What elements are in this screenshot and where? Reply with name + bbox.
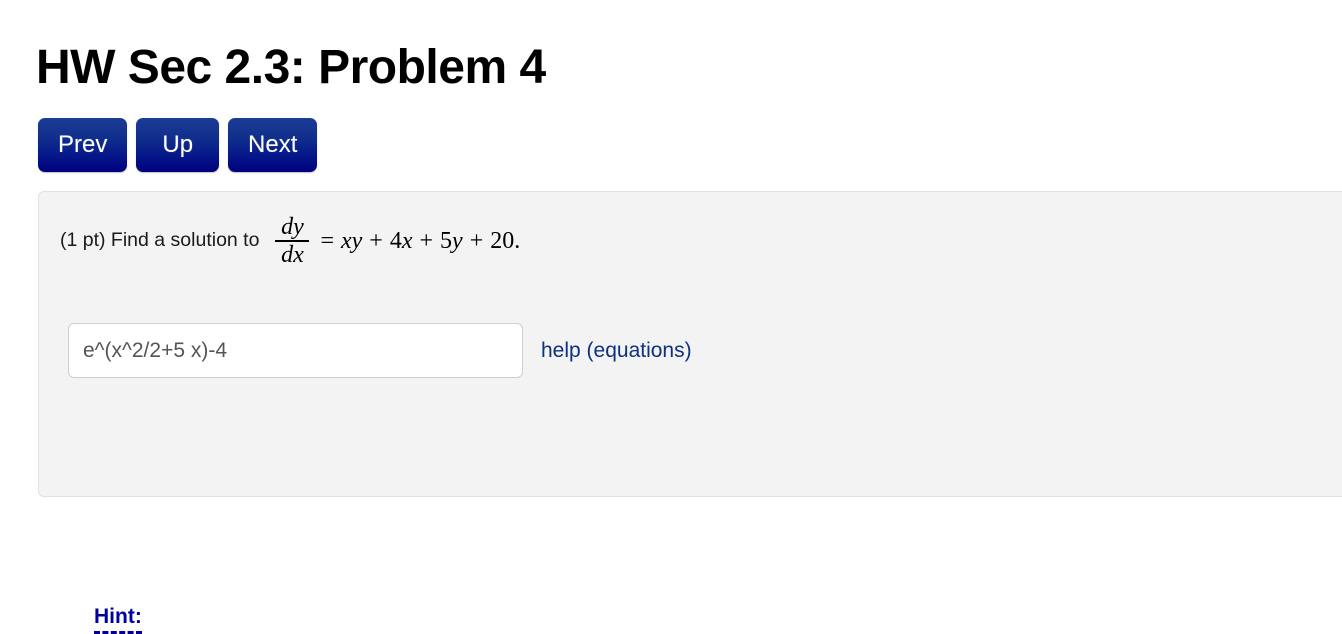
equation-term-xy: xy: [340, 227, 363, 254]
equation-coefficient-4: 4: [389, 227, 402, 254]
equation-coefficient-5: 5: [440, 227, 453, 254]
page-title: HW Sec 2.3: Problem 4: [36, 41, 546, 95]
plus-sign-3: +: [469, 227, 484, 254]
prev-button[interactable]: Prev: [38, 118, 128, 172]
plus-sign-2: +: [419, 227, 434, 254]
differential-equation: dy dx = xy + 4 x + 5 y + 20 .: [271, 215, 520, 267]
problem-points-label: (1 pt) Find a solution to: [60, 229, 260, 252]
answer-row: help (equations): [68, 323, 692, 378]
hint-link[interactable]: Hint:: [94, 604, 142, 634]
answer-input[interactable]: [68, 323, 523, 378]
problem-panel: (1 pt) Find a solution to dy dx = xy + 4…: [38, 191, 1342, 634]
problem-statement: (1 pt) Find a solution to dy dx = xy + 4…: [60, 215, 520, 267]
help-equations-link[interactable]: help (equations): [541, 339, 692, 363]
derivative-fraction: dy dx: [275, 214, 310, 268]
equals-sign: =: [320, 227, 334, 254]
equation-period: .: [514, 227, 521, 254]
fraction-numerator: dy: [281, 214, 304, 240]
equation-variable-y: y: [452, 227, 463, 254]
problem-navigation: Prev Up Next: [38, 118, 318, 172]
equation-constant-20: 20: [490, 227, 515, 254]
equation-variable-x: x: [401, 227, 413, 254]
fraction-denominator: dx: [281, 241, 304, 268]
next-button[interactable]: Next: [228, 118, 318, 172]
up-button[interactable]: Up: [136, 118, 220, 172]
plus-sign-1: +: [369, 227, 383, 254]
